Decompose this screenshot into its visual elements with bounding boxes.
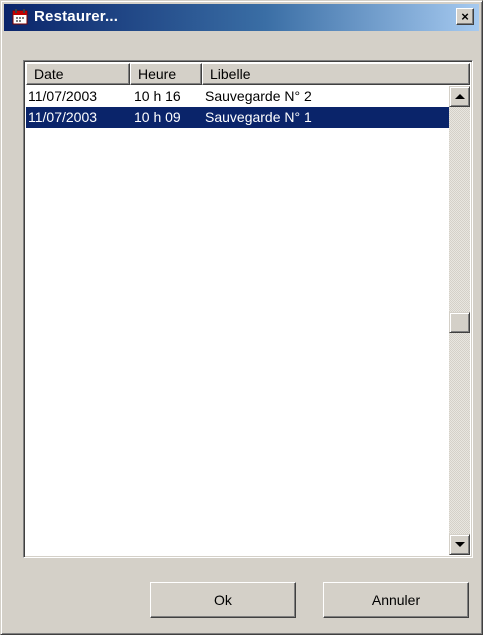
row-date: 11/07/2003 <box>28 109 98 125</box>
column-header-time[interactable]: Heure <box>130 63 202 85</box>
list-rows: 11/07/2003 10 h 16 Sauvegarde N° 2 11/07… <box>26 86 449 128</box>
arrow-up-icon <box>454 94 465 99</box>
scroll-up-button[interactable] <box>449 86 470 107</box>
ok-button[interactable]: Ok <box>150 582 296 618</box>
scroll-thumb[interactable] <box>449 312 470 333</box>
close-icon: × <box>461 9 469 24</box>
row-time: 10 h 16 <box>134 88 181 104</box>
cancel-button[interactable]: Annuler <box>323 582 469 618</box>
scroll-down-button[interactable] <box>449 534 470 555</box>
list-header: Date Heure Libelle <box>26 63 470 85</box>
title-bar[interactable]: Restaurer... × <box>4 4 479 31</box>
list-row-backup-2[interactable]: 11/07/2003 10 h 16 Sauvegarde N° 2 <box>26 86 449 107</box>
arrow-down-icon <box>454 542 465 547</box>
calendar-icon <box>12 9 28 25</box>
column-header-date[interactable]: Date <box>26 63 130 85</box>
column-header-label[interactable]: Libelle <box>202 63 470 85</box>
list-row-backup-1[interactable]: 11/07/2003 10 h 09 Sauvegarde N° 1 <box>26 107 449 128</box>
row-time: 10 h 09 <box>134 109 181 125</box>
backup-list[interactable]: Date Heure Libelle 11/07/2003 10 h 16 Sa… <box>23 60 473 558</box>
restore-dialog: Restaurer... × Date Heure Libelle 11/07/… <box>0 0 483 635</box>
close-button[interactable]: × <box>456 8 474 25</box>
row-label: Sauvegarde N° 2 <box>205 88 312 104</box>
window-title: Restaurer... <box>34 8 119 25</box>
row-date: 11/07/2003 <box>28 88 98 104</box>
row-label: Sauvegarde N° 1 <box>205 109 312 125</box>
vertical-scrollbar[interactable] <box>449 86 470 555</box>
